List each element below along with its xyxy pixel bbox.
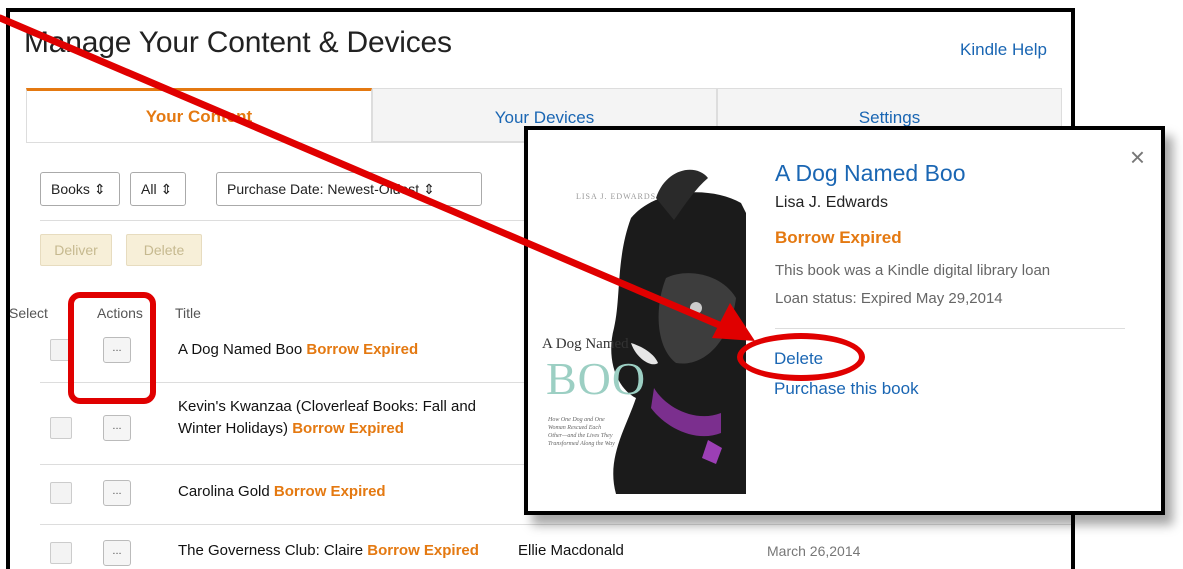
row-title-text: The Governess Club: Claire xyxy=(178,542,364,559)
popup-purchase-link[interactable]: Purchase this book xyxy=(774,379,919,399)
row-status: Borrow Expired xyxy=(306,341,419,358)
row-select-checkbox[interactable] xyxy=(50,482,72,504)
show-filter-value: All xyxy=(141,181,157,197)
popup-book-author: Lisa J. Edwards xyxy=(775,194,888,211)
deliver-button[interactable]: Deliver xyxy=(40,234,112,266)
row-status: Borrow Expired xyxy=(367,542,479,559)
row-title-text: Carolina Gold xyxy=(178,483,270,500)
row-select-checkbox[interactable] xyxy=(50,339,72,361)
bulk-delete-button[interactable]: Delete xyxy=(126,234,202,266)
row-actions-button[interactable]: ... xyxy=(103,415,131,441)
cover-title-line2: BOO xyxy=(546,353,647,404)
kindle-help-link[interactable]: Kindle Help xyxy=(960,40,1047,60)
row-actions-button[interactable]: ... xyxy=(103,480,131,506)
select-arrows-icon: ⇕ xyxy=(160,181,173,197)
show-filter-select[interactable]: All ⇕ xyxy=(130,172,186,206)
content-type-value: Books xyxy=(51,181,90,197)
row-title[interactable]: A Dog Named Boo Borrow Expired xyxy=(178,339,418,361)
row-title[interactable]: Carolina Gold Borrow Expired xyxy=(178,481,386,503)
row-title-line: Kevin's Kwanzaa (Cloverleaf Books: Fall … xyxy=(178,398,477,415)
select-arrows-icon: ⇕ xyxy=(423,181,435,197)
row-title[interactable]: Kevin's Kwanzaa (Cloverleaf Books: Fall … xyxy=(178,396,476,440)
page-title: Manage Your Content & Devices xyxy=(24,26,452,59)
row-title-text: A Dog Named Boo xyxy=(178,341,303,358)
row-actions-button[interactable]: ... xyxy=(103,337,131,363)
book-cover-image: LISA J. EDWARDS A Dog Named BOO How One … xyxy=(536,158,746,494)
row-date: March 26,2014 xyxy=(767,543,861,559)
popup-book-title[interactable]: A Dog Named Boo xyxy=(775,160,966,187)
popup-delete-link[interactable]: Delete xyxy=(774,349,823,369)
row-select-checkbox[interactable] xyxy=(50,542,72,564)
row-title-line: Winter Holidays) xyxy=(178,420,289,437)
column-header-select[interactable]: Select xyxy=(10,305,48,321)
tab-your-content[interactable]: Your Content xyxy=(26,88,372,142)
select-arrows-icon: ⇕ xyxy=(93,181,106,197)
cover-author: LISA J. EDWARDS xyxy=(576,192,657,201)
column-header-actions[interactable]: Actions xyxy=(97,305,143,321)
row-select-checkbox[interactable] xyxy=(50,417,72,439)
row-divider xyxy=(40,382,540,383)
sort-value: Purchase Date: Newest-Oldest xyxy=(227,181,420,197)
popup-divider xyxy=(775,328,1125,329)
row-author: Ellie Macdonald xyxy=(518,542,624,559)
content-type-select[interactable]: Books ⇕ xyxy=(40,172,120,206)
row-status: Borrow Expired xyxy=(273,483,386,500)
sort-select[interactable]: Purchase Date: Newest-Oldest ⇕ xyxy=(216,172,482,206)
close-icon[interactable]: × xyxy=(1130,144,1145,170)
popup-status-badge: Borrow Expired xyxy=(775,228,902,247)
popup-loan-status: Loan status: Expired May 29,2014 xyxy=(775,290,1003,307)
column-header-title[interactable]: Title xyxy=(175,305,201,321)
filter-divider xyxy=(40,220,540,221)
cover-subtitle: How One Dog and One Woman Rescued Each O… xyxy=(548,417,615,447)
row-title[interactable]: The Governess Club: Claire Borrow Expire… xyxy=(178,540,479,562)
row-divider xyxy=(40,524,1071,525)
cover-title-line1: A Dog Named xyxy=(542,336,629,352)
popup-description: This book was a Kindle digital library l… xyxy=(775,262,1051,279)
row-divider xyxy=(40,464,540,465)
row-status: Borrow Expired xyxy=(292,420,404,437)
row-actions-button[interactable]: ... xyxy=(103,540,131,566)
book-details-popup: × LISA J. EDWARDS A Dog Named BOO How On… xyxy=(524,126,1165,515)
